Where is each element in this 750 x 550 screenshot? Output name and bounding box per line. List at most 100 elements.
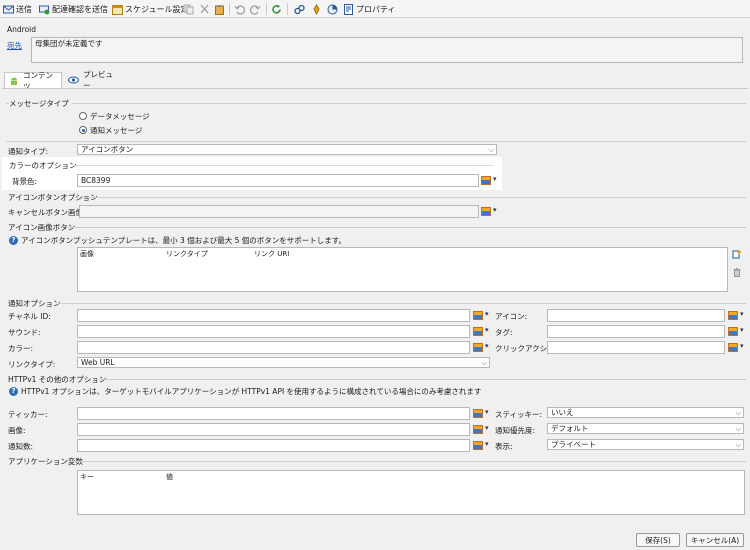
image-input[interactable] [77,423,470,436]
color-input[interactable] [77,341,470,354]
channel-id-picker[interactable]: ▾ [473,310,493,322]
click-action-picker[interactable]: ▾ [728,342,748,354]
add-row-icon[interactable] [732,249,742,259]
channel-id-input[interactable] [77,309,470,322]
calendar-icon [112,4,123,15]
content-panel: メッセージタイプ データメッセージ 通知メッセージ 通知タイプ: アイコンボタン… [2,88,748,524]
cancel-button-image-label: キャンセルボタン画像: [8,208,86,217]
recipient-link[interactable]: 宛先 [7,40,22,51]
color-options-title: カラーのオプション [9,161,77,170]
chevron-down-icon: ▾ [493,175,497,183]
icon-buttons-grid[interactable]: 画像 リンクタイプ リンク URI [77,247,728,292]
grid-header-image: 画像 [80,250,94,258]
app-variables-grid[interactable]: キー 値 [77,470,745,515]
ticker-picker[interactable]: ▾ [473,408,493,420]
header-title: Android [7,25,36,34]
radio-data-message[interactable] [79,112,87,120]
schedule-button[interactable]: スケジュール設定 [112,2,188,16]
sound-picker[interactable]: ▾ [473,326,493,338]
chevron-down-icon: ▾ [493,206,497,214]
notification-type-select[interactable]: アイコンボタン ⌵ [77,144,497,155]
notification-type-label: 通知タイプ: [8,147,49,156]
send-button[interactable]: 送信 [3,2,32,16]
personalize-field-icon [473,425,483,434]
sound-label: サウンド: [8,328,41,337]
tag-input[interactable] [547,325,725,338]
color-palette-icon [481,176,491,185]
notification-priority-label: 通知優先度: [495,426,536,435]
sticky-label: スティッキー: [495,410,543,419]
tab-preview[interactable]: プレビュー [64,70,124,90]
link-type-label: リンクタイプ: [8,360,56,369]
icon-label: アイコン: [495,312,528,321]
personalize-field-icon [728,343,738,352]
visibility-select[interactable]: プライベート ⌵ [547,439,744,450]
tag-picker[interactable]: ▾ [728,326,748,338]
personalize-field-icon [728,311,738,320]
image-picker-icon [481,207,491,216]
icon-image-buttons-info: ? アイコンボタンプッシュテンプレートは、最小 3 個および最大 5 個のボタン… [9,235,346,246]
paste-icon[interactable] [214,2,225,16]
envelope-check-icon [39,4,50,15]
tab-bar: コンテンツ プレビュー [0,70,750,91]
image-picker[interactable]: ▾ [473,424,493,436]
tag-label: タグ: [495,328,513,337]
cancel-button[interactable]: キャンセル(A) [686,533,744,547]
undo-icon[interactable] [234,2,245,16]
ticker-input[interactable] [77,407,470,420]
personalize-icon[interactable] [311,2,322,16]
sound-input[interactable] [77,325,470,338]
trash-icon[interactable] [732,267,742,277]
chevron-down-icon: ⌵ [735,441,741,449]
notification-options-title: 通知オプション [8,298,64,309]
notification-count-picker[interactable]: ▾ [473,440,493,452]
link-icon[interactable] [294,2,305,16]
cancel-button-image-picker[interactable]: ▾ [481,206,501,218]
save-button[interactable]: 保存(S) [636,533,680,547]
bg-color-picker[interactable]: ▾ [481,175,501,187]
bg-color-label: 背景色: [12,177,38,186]
notification-count-label: 通知数: [8,442,34,451]
message-type-title: メッセージタイプ [9,98,72,109]
grid-header-key: キー [80,473,94,481]
icon-input[interactable] [547,309,725,322]
personalize-field-icon [473,441,483,450]
delivery-header: Android 宛先 母集団が未定義です [0,18,750,68]
chevron-down-icon: ⌵ [735,425,741,433]
info-icon: ? [9,387,18,396]
color-label: カラー: [8,344,34,353]
personalize-field-icon [473,343,483,352]
sticky-select[interactable]: いいえ ⌵ [547,407,744,418]
bg-color-input[interactable]: BC8399 [77,174,479,187]
color-picker[interactable]: ▾ [473,342,493,354]
visibility-label: 表示: [495,442,513,451]
send-proof-button[interactable]: 配達確認を送信 [39,2,108,16]
chevron-down-icon: ⌵ [488,146,494,154]
grid-header-value: 値 [166,473,173,481]
document-properties-icon [343,3,354,15]
cut-icon[interactable] [199,2,210,16]
link-type-select[interactable]: Web URL ⌵ [77,357,490,368]
info-icon: ? [9,236,18,245]
android-icon [9,76,19,86]
pie-chart-icon[interactable] [327,2,338,16]
footer: 保存(S) キャンセル(A) [0,528,750,550]
copy-icon[interactable] [183,2,194,16]
chevron-down-icon: ⌵ [735,409,741,417]
refresh-icon[interactable] [271,2,282,16]
icon-picker[interactable]: ▾ [728,310,748,322]
toolbar: 送信 配達確認を送信 スケジュール設定 プロパティ [0,0,750,18]
image-label: 画像: [8,426,26,435]
cancel-button-image-input[interactable] [79,205,479,218]
notification-count-input[interactable] [77,439,470,452]
tab-content[interactable]: コンテンツ [4,71,62,91]
radio-notification-message[interactable] [79,126,87,134]
click-action-input[interactable] [547,341,725,354]
notification-priority-select[interactable]: デフォルト ⌵ [547,423,744,434]
redo-icon[interactable] [250,2,261,16]
chevron-down-icon: ⌵ [481,359,487,367]
recipient-field[interactable]: 母集団が未定義です [31,37,743,63]
properties-button[interactable]: プロパティ [343,2,396,16]
grid-header-link-type: リンクタイプ [166,250,208,258]
httpv1-info: ? HTTPv1 オプションは、ターゲットモバイルアプリケーションが HTTPv… [9,386,481,397]
